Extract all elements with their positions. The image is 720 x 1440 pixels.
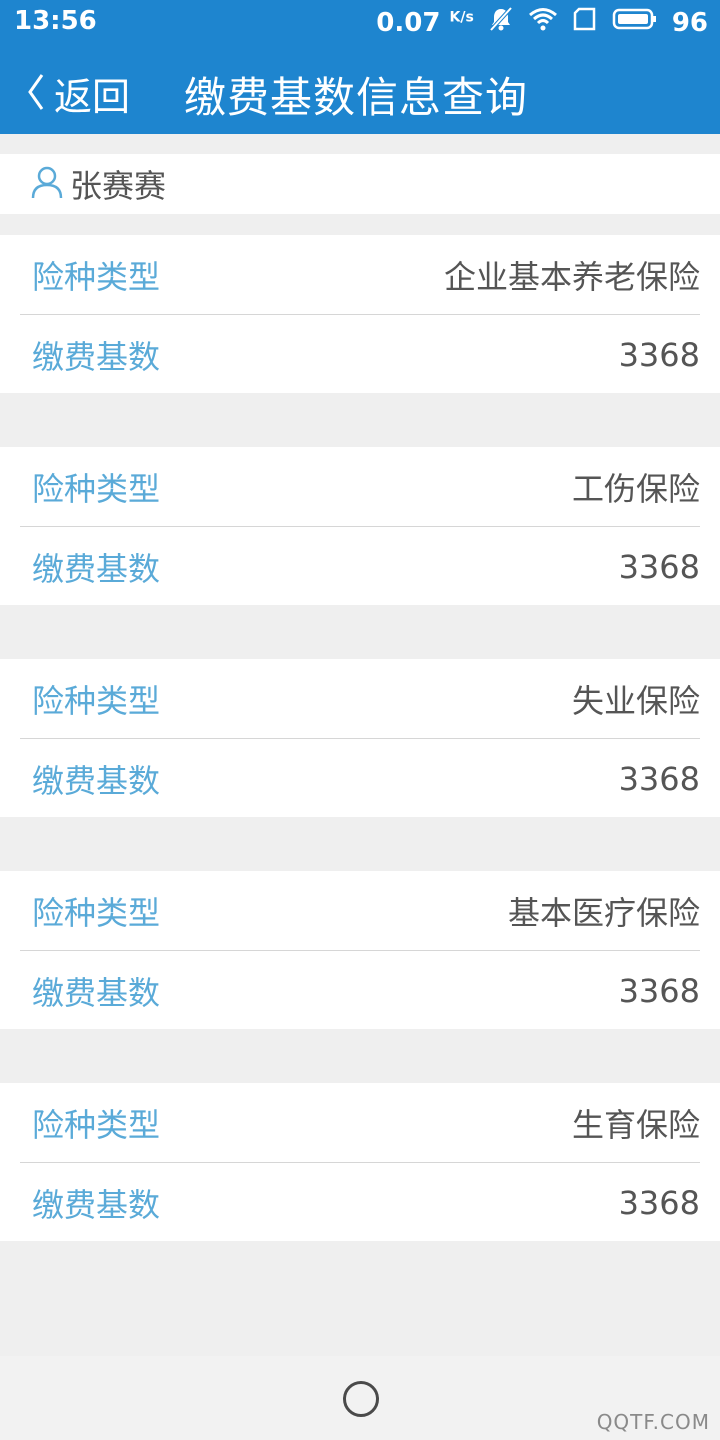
payment-base-value: 3368: [618, 759, 700, 798]
payment-base-label: 缴费基数: [32, 1185, 161, 1224]
insurance-type-row: 险种类型 生育保险: [20, 1083, 700, 1163]
payment-base-row: 缴费基数 3368: [20, 951, 700, 1030]
insurance-card: 险种类型 生育保险 缴费基数 3368: [0, 1083, 720, 1241]
payment-base-value: 3368: [618, 547, 700, 586]
navigation-bar: QQTF.COM: [0, 1356, 720, 1440]
payment-base-row: 缴费基数 3368: [20, 739, 700, 818]
user-name: 张赛赛: [70, 167, 167, 205]
insurance-card: 险种类型 工伤保险 缴费基数 3368: [0, 447, 720, 605]
user-row: 张赛赛: [0, 154, 720, 214]
payment-base-label: 缴费基数: [32, 549, 161, 588]
network-speed-value: 0.07: [376, 7, 441, 38]
network-speed: 0.07 K/s: [376, 8, 474, 38]
insurance-type-value: 失业保险: [571, 681, 700, 720]
mute-icon: [488, 6, 514, 39]
insurance-type-row: 险种类型 企业基本养老保险: [20, 235, 700, 315]
insurance-type-label: 险种类型: [32, 257, 161, 296]
insurance-type-label: 险种类型: [32, 469, 161, 508]
insurance-type-row: 险种类型 工伤保险: [20, 447, 700, 527]
payment-base-label: 缴费基数: [32, 761, 161, 800]
payment-base-row: 缴费基数 3368: [20, 527, 700, 606]
insurance-card: 险种类型 企业基本养老保险 缴费基数 3368: [0, 235, 720, 393]
status-time: 13:56: [14, 6, 97, 36]
insurance-type-value: 企业基本养老保险: [443, 257, 700, 296]
insurance-type-row: 险种类型 失业保险: [20, 659, 700, 739]
wifi-icon: [528, 7, 558, 38]
title-bar: 返回 缴费基数信息查询: [0, 46, 720, 134]
status-icons: 0.07 K/s 96: [376, 6, 708, 39]
insurance-card: 险种类型 基本医疗保险 缴费基数 3368: [0, 871, 720, 1029]
payment-base-row: 缴费基数 3368: [20, 315, 700, 394]
insurance-type-value: 基本医疗保险: [507, 893, 700, 932]
insurance-type-value: 生育保险: [571, 1105, 700, 1144]
sim-icon: [572, 7, 598, 38]
chevron-left-icon: [26, 72, 46, 116]
insurance-card: 险种类型 失业保险 缴费基数 3368: [0, 659, 720, 817]
status-bar: 13:56 0.07 K/s 96: [0, 0, 720, 46]
payment-base-value: 3368: [618, 335, 700, 374]
user-icon: [30, 165, 64, 203]
insurance-type-row: 险种类型 基本医疗保险: [20, 871, 700, 951]
insurance-type-label: 险种类型: [32, 1105, 161, 1144]
page-title: 缴费基数信息查询: [184, 73, 529, 122]
home-button[interactable]: [343, 1381, 379, 1417]
network-speed-unit: K/s: [449, 8, 474, 25]
payment-base-value: 3368: [618, 1183, 700, 1222]
back-button[interactable]: 返回: [26, 66, 130, 121]
payment-base-label: 缴费基数: [32, 973, 161, 1012]
back-label: 返回: [54, 75, 131, 119]
insurance-type-label: 险种类型: [32, 893, 161, 932]
battery-icon: [612, 7, 658, 38]
insurance-type-label: 险种类型: [32, 681, 161, 720]
payment-base-value: 3368: [618, 971, 700, 1010]
payment-base-row: 缴费基数 3368: [20, 1163, 700, 1242]
payment-base-label: 缴费基数: [32, 337, 161, 376]
insurance-type-value: 工伤保险: [571, 469, 700, 508]
battery-level: 96: [671, 7, 708, 38]
watermark: QQTF.COM: [596, 1410, 710, 1434]
